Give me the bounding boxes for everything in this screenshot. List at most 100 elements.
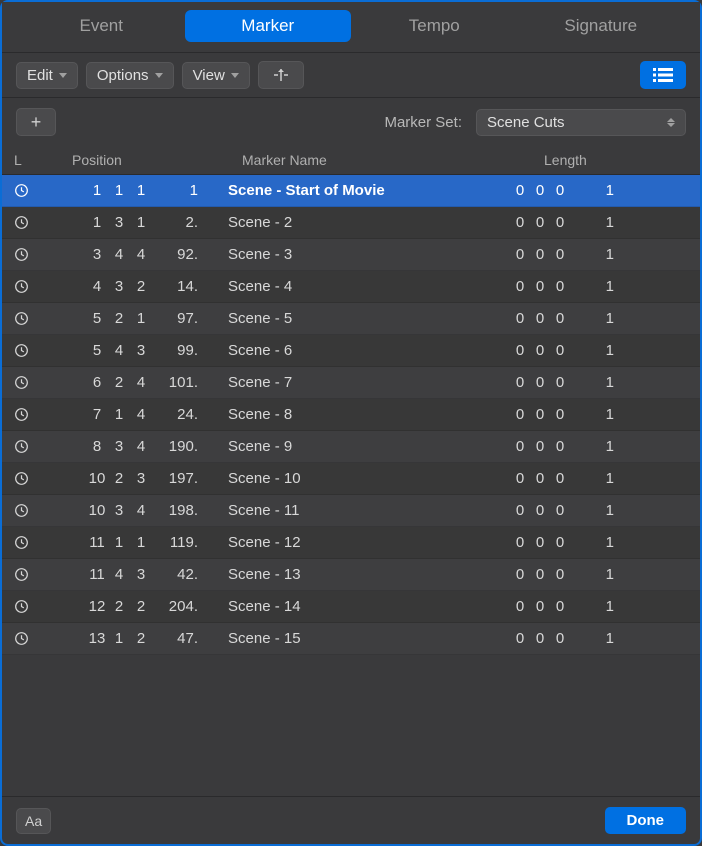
row-position[interactable]: 34492: [42, 246, 202, 263]
table-row[interactable]: 131247Scene - 150001: [2, 623, 700, 655]
tab-signature[interactable]: Signature: [518, 10, 685, 42]
table-row[interactable]: 43214Scene - 40001: [2, 271, 700, 303]
top-tabs: Event Marker Tempo Signature: [2, 2, 700, 53]
row-length[interactable]: 0001: [508, 566, 688, 583]
row-position[interactable]: 1222204: [42, 598, 202, 615]
markerset-label: Marker Set:: [384, 114, 462, 131]
row-position[interactable]: 1111: [42, 182, 202, 199]
row-position[interactable]: 71424: [42, 406, 202, 423]
playhead-snap-button[interactable]: [258, 61, 304, 89]
row-length[interactable]: 0001: [508, 278, 688, 295]
table-row[interactable]: 1111Scene - Start of Movie0001: [2, 175, 700, 207]
clock-icon: [14, 183, 42, 198]
row-name[interactable]: Scene - 15: [202, 630, 508, 647]
row-name[interactable]: Scene - 6: [202, 342, 508, 359]
row-length[interactable]: 0001: [508, 342, 688, 359]
col-position[interactable]: Position: [42, 152, 202, 168]
row-name[interactable]: Scene - 14: [202, 598, 508, 615]
table-row[interactable]: 624101Scene - 70001: [2, 367, 700, 399]
row-position[interactable]: 114342: [42, 566, 202, 583]
row-position[interactable]: 43214: [42, 278, 202, 295]
table-row[interactable]: 71424Scene - 80001: [2, 399, 700, 431]
edit-menu[interactable]: Edit: [16, 62, 78, 89]
table-row[interactable]: 52197Scene - 50001: [2, 303, 700, 335]
tab-event[interactable]: Event: [18, 10, 185, 42]
row-position[interactable]: 834190: [42, 438, 202, 455]
row-length[interactable]: 0001: [508, 502, 688, 519]
clock-icon: [14, 215, 42, 230]
edit-label: Edit: [27, 67, 53, 84]
row-length[interactable]: 0001: [508, 214, 688, 231]
row-name[interactable]: Scene - 12: [202, 534, 508, 551]
row-name[interactable]: Scene - 11: [202, 502, 508, 519]
col-length[interactable]: Length: [508, 152, 688, 168]
table-header: L Position Marker Name Length: [2, 146, 700, 175]
table-row[interactable]: 834190Scene - 90001: [2, 431, 700, 463]
view-menu[interactable]: View: [182, 62, 250, 89]
options-label: Options: [97, 67, 149, 84]
row-name[interactable]: Scene - 2: [202, 214, 508, 231]
row-length[interactable]: 0001: [508, 598, 688, 615]
row-name[interactable]: Scene - 7: [202, 374, 508, 391]
chevron-down-icon: [155, 73, 163, 78]
row-length[interactable]: 0001: [508, 438, 688, 455]
font-button[interactable]: Aa: [16, 808, 51, 834]
table-row[interactable]: 34492Scene - 30001: [2, 239, 700, 271]
col-marker-name[interactable]: Marker Name: [202, 152, 508, 168]
row-name[interactable]: Scene - 4: [202, 278, 508, 295]
clock-icon: [14, 247, 42, 262]
row-name[interactable]: Scene - Start of Movie: [202, 182, 508, 199]
row-length[interactable]: 0001: [508, 470, 688, 487]
row-position[interactable]: 1312: [42, 214, 202, 231]
add-marker-button[interactable]: +: [16, 108, 56, 136]
table-row[interactable]: 1312Scene - 20001: [2, 207, 700, 239]
row-length[interactable]: 0001: [508, 534, 688, 551]
row-position[interactable]: 1023197: [42, 470, 202, 487]
row-name[interactable]: Scene - 10: [202, 470, 508, 487]
row-position[interactable]: 54399: [42, 342, 202, 359]
table-row[interactable]: 114342Scene - 130001: [2, 559, 700, 591]
clock-icon: [14, 279, 42, 294]
table-row[interactable]: 54399Scene - 60001: [2, 335, 700, 367]
updown-icon: [667, 118, 675, 127]
toolbar: Edit Options View: [2, 53, 700, 98]
row-position[interactable]: 624101: [42, 374, 202, 391]
row-name[interactable]: Scene - 9: [202, 438, 508, 455]
row-name[interactable]: Scene - 8: [202, 406, 508, 423]
list-icon: [653, 68, 673, 82]
row-position[interactable]: 52197: [42, 310, 202, 327]
row-name[interactable]: Scene - 3: [202, 246, 508, 263]
view-label: View: [193, 67, 225, 84]
clock-icon: [14, 375, 42, 390]
options-menu[interactable]: Options: [86, 62, 174, 89]
list-view-button[interactable]: [640, 61, 686, 89]
tab-marker[interactable]: Marker: [185, 10, 352, 42]
row-position[interactable]: 1034198: [42, 502, 202, 519]
tab-tempo[interactable]: Tempo: [351, 10, 518, 42]
clock-icon: [14, 407, 42, 422]
table-row[interactable]: 1023197Scene - 100001: [2, 463, 700, 495]
chevron-down-icon: [231, 73, 239, 78]
row-position[interactable]: 1111119: [42, 534, 202, 551]
row-length[interactable]: 0001: [508, 374, 688, 391]
table-row[interactable]: 1034198Scene - 110001: [2, 495, 700, 527]
table-row[interactable]: 1222204Scene - 140001: [2, 591, 700, 623]
done-button[interactable]: Done: [605, 807, 687, 834]
table-body[interactable]: 1111Scene - Start of Movie00011312Scene …: [2, 175, 700, 797]
row-position[interactable]: 131247: [42, 630, 202, 647]
row-name[interactable]: Scene - 13: [202, 566, 508, 583]
table-row[interactable]: 1111119Scene - 120001: [2, 527, 700, 559]
row-length[interactable]: 0001: [508, 246, 688, 263]
row-length[interactable]: 0001: [508, 310, 688, 327]
row-length[interactable]: 0001: [508, 406, 688, 423]
chevron-down-icon: [59, 73, 67, 78]
clock-icon: [14, 439, 42, 454]
clock-icon: [14, 567, 42, 582]
col-l[interactable]: L: [14, 152, 42, 168]
markerset-value: Scene Cuts: [487, 114, 565, 131]
markerset-select[interactable]: Scene Cuts: [476, 109, 686, 136]
row-length[interactable]: 0001: [508, 182, 688, 199]
row-length[interactable]: 0001: [508, 630, 688, 647]
row-name[interactable]: Scene - 5: [202, 310, 508, 327]
markerset-row: + Marker Set: Scene Cuts: [2, 98, 700, 146]
